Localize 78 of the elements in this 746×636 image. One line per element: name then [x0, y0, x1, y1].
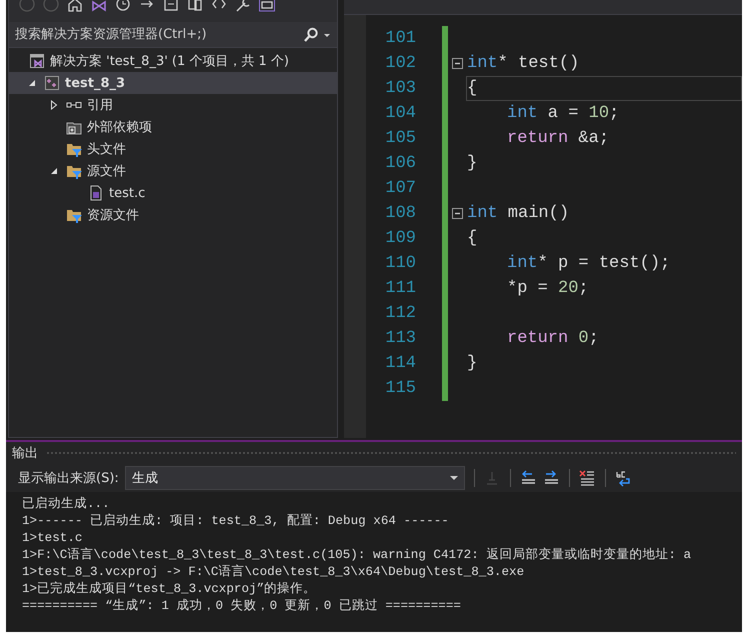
next-message-icon[interactable] — [542, 470, 560, 486]
item-label: 外部依赖项 — [87, 119, 152, 136]
solution-icon[interactable] — [91, 0, 107, 12]
collapse-icon[interactable] — [452, 58, 462, 69]
folder-filter-icon — [66, 163, 82, 179]
search-field[interactable]: 搜索解决方案资源管理器(Ctrl+;) — [9, 22, 337, 48]
code-line: int a = 10; — [507, 104, 620, 123]
code-line: *p = 20; — [507, 279, 589, 298]
source-label: 显示输出来源(S): — [18, 470, 119, 487]
line-number: 104 — [384, 104, 416, 123]
line-number: 114 — [384, 354, 416, 373]
folder-filter-icon — [66, 207, 82, 223]
output-line: 1>F:\C语言\code\test_8_3\test_8_3\test.c(105): warning C4172: 返回局部变量或临时变量的地址: a — [22, 547, 692, 564]
line-number: 105 — [384, 129, 416, 148]
previous-message-icon[interactable] — [520, 470, 537, 486]
line-number: 107 — [384, 179, 416, 198]
line-number: 106 — [384, 154, 416, 173]
item-label: 引用 — [87, 97, 113, 114]
collapse-icon[interactable] — [452, 208, 462, 219]
tree-item[interactable]: 资源文件 — [9, 204, 337, 226]
tree-item[interactable]: test.c — [9, 182, 337, 204]
code-line: return &a; — [507, 129, 610, 148]
line-number: 103 — [384, 79, 416, 98]
tree-item[interactable]: 引用 — [9, 94, 337, 116]
code-line: int* p = test(); — [507, 254, 670, 273]
output-line: 1>已完成生成项目“test_8_3.vcxproj”的操作。 — [22, 581, 318, 598]
item-label: 解决方案 'test_8_3' (1 个项目，共 1 个) — [50, 53, 290, 70]
collapsed-arrow-icon[interactable] — [50, 100, 58, 110]
line-number: 115 — [384, 379, 416, 398]
folder-filter-icon — [66, 141, 82, 157]
line-number: 102 — [384, 54, 416, 73]
panel-title: 输出 — [12, 445, 38, 462]
item-label: 源文件 — [87, 163, 126, 180]
tree-item[interactable]: 解决方案 'test_8_3' (1 个项目，共 1 个) — [9, 50, 337, 72]
line-number: 112 — [384, 304, 416, 323]
code-line: } — [467, 354, 478, 373]
output-line: 1>------ 已启动生成: 项目: test_8_3, 配置: Debug x64 ------ — [22, 513, 450, 530]
home-icon[interactable] — [67, 0, 83, 12]
output-line: 1>test_8_3.vcxproj -> F:\C语言\code\test_8_3\x64\Debug\test_8_3.exe — [22, 564, 526, 581]
code-line: int main() — [467, 204, 570, 223]
search-input[interactable]: 搜索解决方案资源管理器(Ctrl+;) — [15, 27, 299, 42]
tree-item[interactable]: test_8_3 — [9, 72, 337, 94]
item-label: test.c — [109, 186, 146, 200]
search-icon[interactable] — [303, 26, 319, 42]
tree-item[interactable]: 头文件 — [9, 138, 337, 160]
history-icon[interactable] — [115, 0, 131, 12]
code-line: } — [467, 154, 478, 173]
expanded-arrow-icon[interactable] — [28, 79, 36, 87]
item-label: test_8_3 — [65, 76, 126, 90]
item-label: 资源文件 — [87, 207, 139, 224]
code-line: int* test() — [467, 54, 580, 73]
source-dropdown[interactable]: 生成 — [124, 466, 465, 490]
output-line: 1>test.c — [22, 530, 84, 547]
code-line: { — [467, 79, 478, 98]
tree-item[interactable]: 外部依赖项 — [9, 116, 337, 138]
expanded-arrow-icon[interactable] — [50, 167, 58, 175]
line-number: 101 — [384, 29, 416, 48]
solution-icon — [29, 53, 45, 69]
collapse-icon[interactable] — [163, 0, 179, 12]
tree-item[interactable]: 源文件 — [9, 160, 337, 182]
item-label: 头文件 — [87, 141, 126, 158]
output-line: 已启动生成... — [22, 496, 111, 513]
preview-icon[interactable] — [259, 0, 275, 12]
code-line: { — [467, 229, 478, 248]
line-number: 109 — [384, 229, 416, 248]
line-number: 110 — [384, 254, 416, 273]
file-icon — [88, 185, 104, 201]
clear-all-icon[interactable] — [578, 470, 596, 486]
line-number: 108 — [384, 204, 416, 223]
line-number: 113 — [384, 329, 416, 348]
word-wrap-icon[interactable] — [614, 470, 632, 486]
line-number: 111 — [384, 279, 416, 298]
project-icon — [44, 75, 60, 91]
wrench-icon[interactable] — [235, 0, 251, 12]
caret-icon[interactable] — [450, 474, 458, 482]
files-icon[interactable] — [187, 0, 203, 12]
output-line: ========== “生成”: 1 成功，0 失败，0 更新，0 已跳过 ========== — [22, 598, 462, 615]
code-line: return 0; — [507, 329, 599, 348]
